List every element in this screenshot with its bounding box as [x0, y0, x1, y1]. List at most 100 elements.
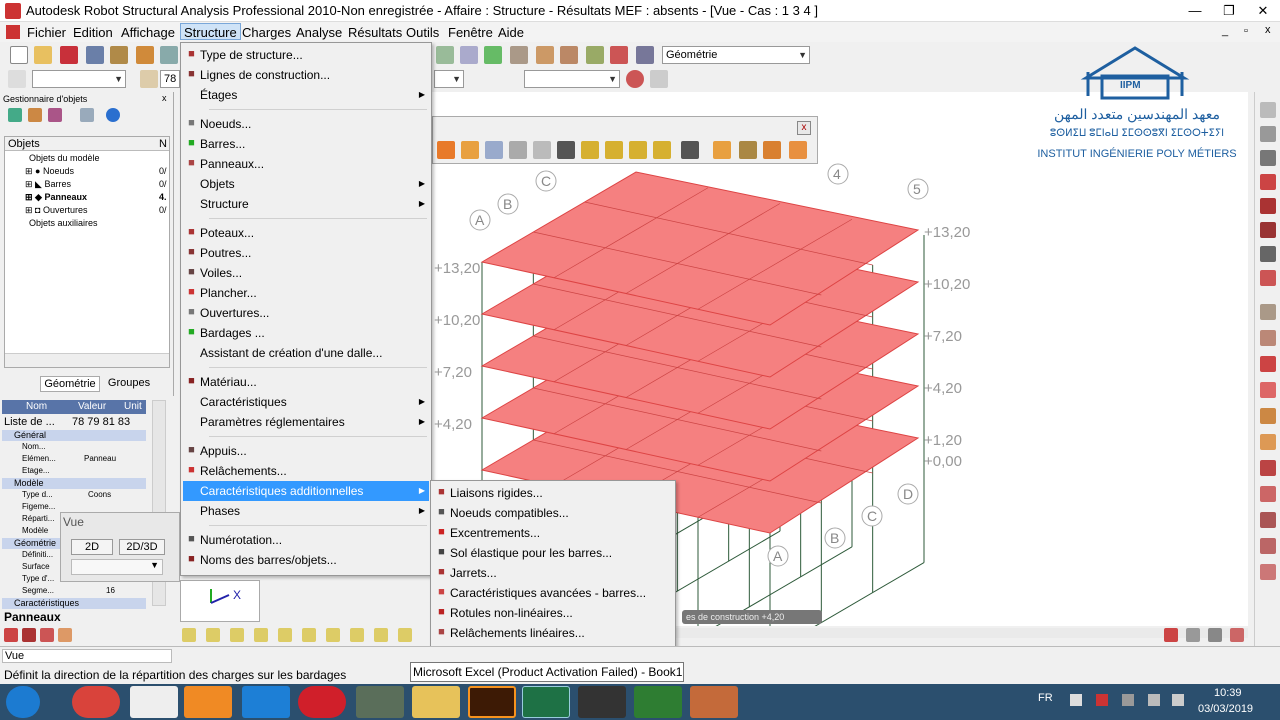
- tool-icon-7[interactable]: [586, 46, 604, 64]
- layout-select[interactable]: Géométrie ▼: [662, 46, 810, 64]
- section-characteristics[interactable]: Caractéristiques: [2, 598, 146, 609]
- rt-icon[interactable]: [1260, 126, 1276, 142]
- start-button-icon[interactable]: [6, 686, 40, 718]
- media-player-icon[interactable]: [184, 686, 232, 718]
- menu-affichage[interactable]: Affichage: [118, 24, 178, 41]
- structure-menu-item[interactable]: Objets ▶: [183, 174, 429, 194]
- tree-item-nodes[interactable]: ⊞ ● Noeuds: [25, 166, 74, 177]
- undo-icon[interactable]: [160, 46, 178, 64]
- rt-icon[interactable]: [1260, 538, 1276, 554]
- tab-groups[interactable]: Groupes: [104, 376, 154, 392]
- structure-menu-item[interactable]: ■ Plancher...: [183, 283, 429, 303]
- axis-navigator[interactable]: X: [180, 580, 260, 622]
- tree-item-openings[interactable]: ⊞ ◘ Ouvertures: [25, 205, 88, 216]
- tool-icon-5[interactable]: [536, 46, 554, 64]
- rt-icon[interactable]: [1260, 150, 1276, 166]
- ie-icon[interactable]: [242, 686, 290, 718]
- tray-icon[interactable]: [1070, 694, 1082, 706]
- vr-icon[interactable]: [1230, 628, 1244, 642]
- tree-item-panels[interactable]: ⊞ ◆ Panneaux: [25, 192, 87, 203]
- case-combo[interactable]: ▼: [434, 70, 464, 88]
- structure-menu-item[interactable]: Étages ▶: [183, 85, 429, 105]
- menu-resultats[interactable]: Résultats: [345, 24, 405, 41]
- structure-menu-item[interactable]: Caractéristiques ▶: [183, 392, 429, 412]
- ft-icon-9[interactable]: [629, 141, 647, 159]
- tool-icon-4[interactable]: [510, 46, 528, 64]
- structure-menu-item[interactable]: ■ Lignes de construction...: [183, 65, 429, 85]
- opera-icon[interactable]: [298, 686, 346, 718]
- vr-icon[interactable]: [1208, 628, 1222, 642]
- panel-tab[interactable]: Panneaux: [4, 610, 61, 624]
- doc-restore-button[interactable]: ▫: [1244, 25, 1248, 37]
- vb-icon[interactable]: [278, 628, 292, 642]
- rt-icon[interactable]: [1260, 222, 1276, 238]
- selection-icon[interactable]: [140, 70, 158, 88]
- bl-icon[interactable]: [58, 628, 72, 642]
- tool-icon-1[interactable]: [436, 46, 454, 64]
- tool-icon-2[interactable]: [460, 46, 478, 64]
- tool-icon-8[interactable]: [610, 46, 628, 64]
- menu-aide[interactable]: Aide: [495, 24, 527, 41]
- file-icon[interactable]: [130, 686, 178, 718]
- prop-value[interactable]: 16: [106, 586, 115, 595]
- rt-icon[interactable]: [1260, 564, 1276, 580]
- tool-icon-3[interactable]: [484, 46, 502, 64]
- structure-menu-item[interactable]: ■ Voiles...: [183, 263, 429, 283]
- tree-aux[interactable]: Objets auxiliaires: [29, 218, 98, 228]
- tree-root[interactable]: Objets du modèle: [29, 153, 100, 163]
- ft-icon-2[interactable]: [461, 141, 479, 159]
- tool-icon-6[interactable]: [560, 46, 578, 64]
- lang-indicator[interactable]: FR: [1038, 692, 1053, 704]
- menu-charges[interactable]: Charges: [239, 24, 294, 41]
- doc-close-button[interactable]: x: [1265, 24, 1271, 36]
- menu-structure[interactable]: Structure: [180, 23, 241, 40]
- section-geometry[interactable]: Géométrie: [2, 538, 62, 549]
- network-icon[interactable]: [1096, 694, 1108, 706]
- tool-icon-9[interactable]: [636, 46, 654, 64]
- additional-menu-item[interactable]: ■ Excentrements...: [433, 523, 675, 543]
- ft-icon-8[interactable]: [605, 141, 623, 159]
- menu-analyse[interactable]: Analyse: [293, 24, 345, 41]
- vr-icon[interactable]: [1186, 628, 1200, 642]
- vb-icon[interactable]: [254, 628, 268, 642]
- ft-icon-1[interactable]: [437, 141, 455, 159]
- rt-icon[interactable]: [1260, 382, 1276, 398]
- value-combo[interactable]: 78: [160, 70, 180, 88]
- tree-icon[interactable]: [48, 108, 62, 122]
- tray-icon[interactable]: [1148, 694, 1160, 706]
- vr-icon[interactable]: [1164, 628, 1178, 642]
- search-icon[interactable]: [80, 108, 94, 122]
- prop-value[interactable]: Coons: [88, 490, 111, 499]
- view-2d-button[interactable]: 2D: [71, 539, 113, 555]
- ft-icon-5[interactable]: [533, 141, 551, 159]
- rt-icon[interactable]: [1260, 356, 1276, 372]
- restore-button[interactable]: ❐: [1212, 0, 1246, 21]
- menu-outils[interactable]: Outils: [403, 24, 442, 41]
- view-2d3d-button[interactable]: 2D/3D: [119, 539, 165, 555]
- structure-menu-item[interactable]: ■ Barres...: [183, 134, 429, 154]
- structure-menu-item[interactable]: ■ Panneaux...: [183, 154, 429, 174]
- ft-icon-14[interactable]: [763, 141, 781, 159]
- additional-menu-item[interactable]: ■ Relâchements linéaires...: [433, 623, 675, 643]
- close-icon[interactable]: x: [162, 93, 167, 103]
- rt-icon[interactable]: [1260, 330, 1276, 346]
- structure-menu-item[interactable]: Assistant de création d'une dalle...: [183, 343, 429, 363]
- autocad-icon[interactable]: [578, 686, 626, 718]
- structure-menu-item[interactable]: ■ Poteaux...: [183, 223, 429, 243]
- ft-icon-13[interactable]: [739, 141, 757, 159]
- menu-edition[interactable]: Edition: [70, 24, 116, 41]
- structure-menu-item[interactable]: ■ Relâchements...: [183, 461, 429, 481]
- tree-scrollbar[interactable]: [5, 353, 169, 367]
- ft-icon-3[interactable]: [485, 141, 503, 159]
- structure-menu-item[interactable]: ■ Numérotation...: [183, 530, 429, 550]
- additional-menu-item[interactable]: ■ Noeuds compatibles...: [433, 503, 675, 523]
- vb-icon[interactable]: [326, 628, 340, 642]
- structure-menu-item[interactable]: ■ Noeuds...: [183, 114, 429, 134]
- preview-icon[interactable]: [110, 46, 128, 64]
- close-icon[interactable]: x: [797, 121, 811, 135]
- rt-icon[interactable]: [1260, 198, 1276, 214]
- ft-icon-11[interactable]: [681, 141, 699, 159]
- tray-icon[interactable]: [1122, 694, 1134, 706]
- rt-icon[interactable]: [1260, 460, 1276, 476]
- clock-date[interactable]: 03/03/2019: [1198, 703, 1253, 715]
